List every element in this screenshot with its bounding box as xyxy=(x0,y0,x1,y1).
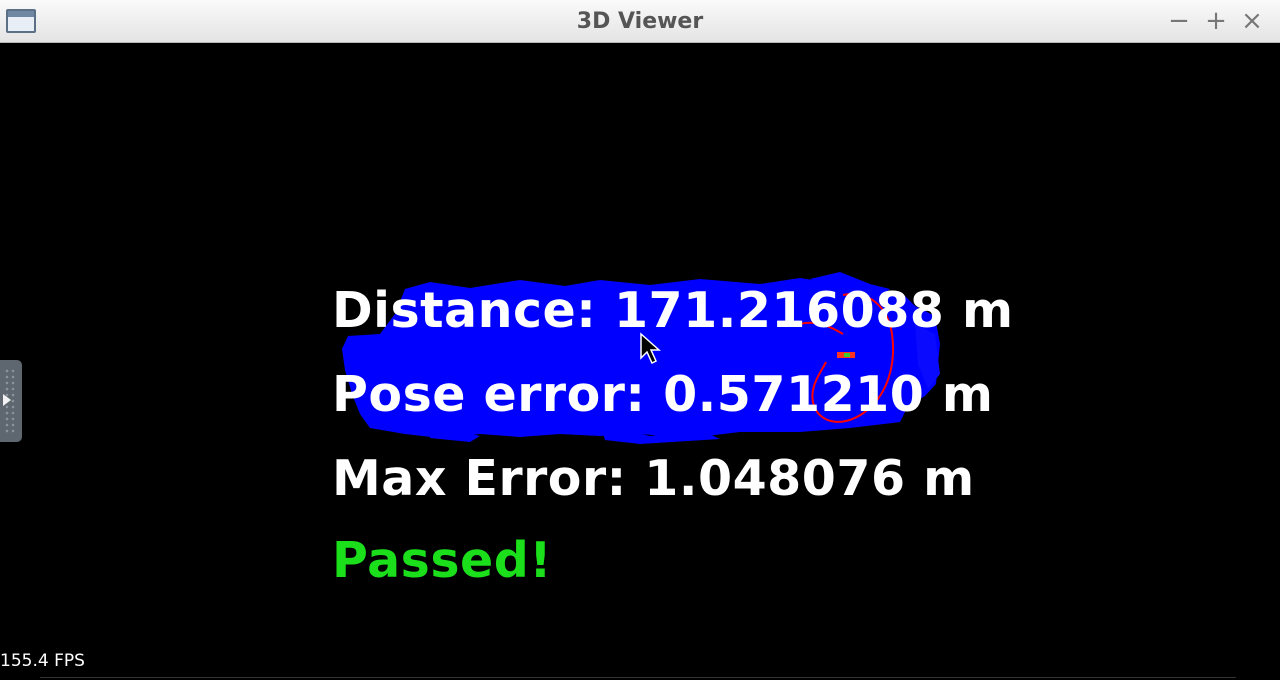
maximize-button[interactable]: + xyxy=(1201,6,1231,36)
window-bottom-border xyxy=(40,677,1236,678)
distance-readout: Distance: 171.216088 m xyxy=(332,282,1014,339)
title-bar[interactable]: 3D Viewer − + × xyxy=(0,0,1280,43)
viewer-window: 3D Viewer − + × Distance: 171.216088 m P… xyxy=(0,0,1280,680)
pose-error-readout: Pose error: 0.571210 m xyxy=(332,366,994,423)
point-cloud-scene xyxy=(342,272,940,444)
fps-counter: 155.4 FPS xyxy=(0,651,85,671)
status-passed-text: Passed! xyxy=(332,532,553,589)
window-title: 3D Viewer xyxy=(576,9,704,34)
3d-viewport[interactable]: Distance: 171.216088 m Pose error: 0.571… xyxy=(0,44,1280,680)
expand-arrow-icon xyxy=(3,394,11,406)
minimize-button[interactable]: − xyxy=(1164,6,1194,36)
close-button[interactable]: × xyxy=(1237,6,1267,36)
max-error-readout: Max Error: 1.048076 m xyxy=(332,450,975,507)
side-panel-expand-handle[interactable] xyxy=(0,360,22,442)
